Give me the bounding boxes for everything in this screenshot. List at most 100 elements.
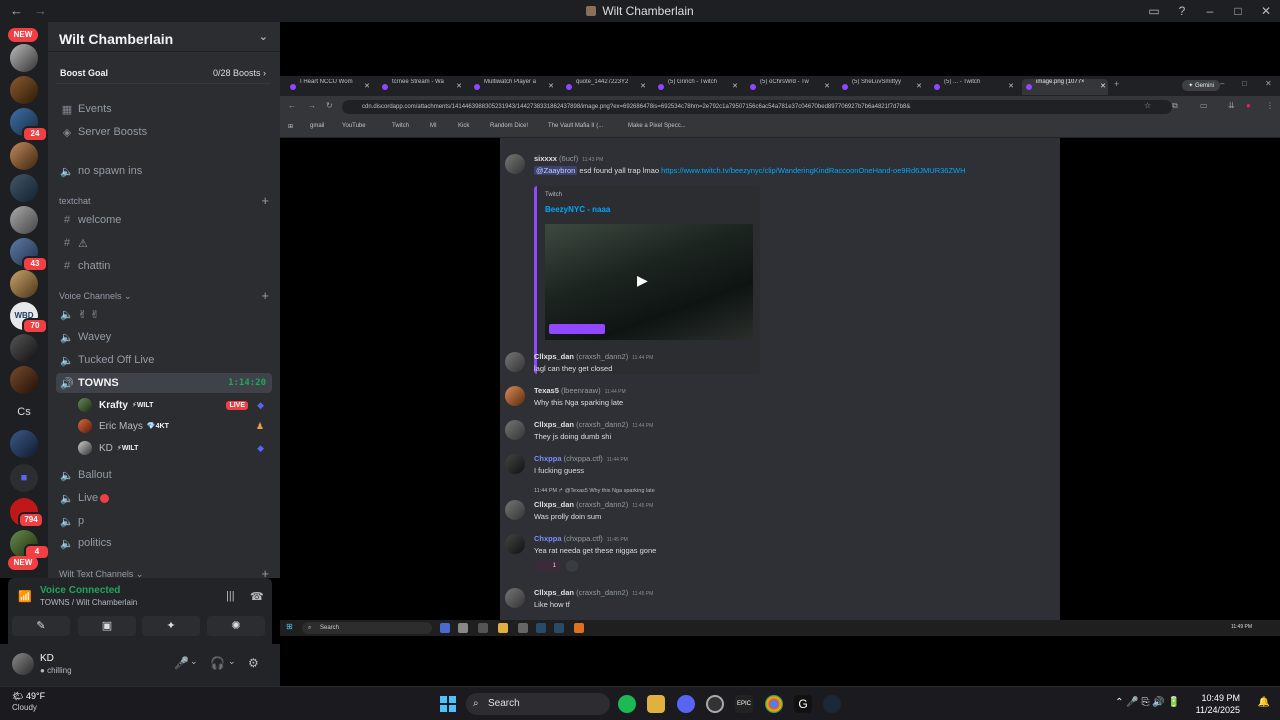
help-icon[interactable]: ? <box>1168 4 1196 18</box>
notification-bell-icon[interactable]: 🔔 <box>1258 697 1270 708</box>
inbox-icon[interactable]: ▭ <box>1140 4 1168 18</box>
windows-start-icon[interactable] <box>440 696 456 712</box>
spotify-icon[interactable] <box>618 695 636 713</box>
browser-tab[interactable]: tcrnee Stream - Wa ✕ <box>378 79 464 95</box>
reload-icon[interactable]: ↻ <box>326 101 333 110</box>
voice-channel-peace[interactable]: 🔈 ✌ ✌ <box>56 304 272 324</box>
server-icon[interactable] <box>10 142 38 170</box>
bookmark[interactable]: MI <box>430 123 437 129</box>
bookmark[interactable]: Make a Pixel Specc... <box>628 123 686 129</box>
category-voice-channels[interactable]: Voice Channels ⌄ + <box>59 288 269 303</box>
browser-tab[interactable]: (5) ... - Twitch ✕ <box>930 79 1016 95</box>
steam-icon[interactable] <box>823 695 841 713</box>
server-icon[interactable] <box>10 174 38 202</box>
browser-tab[interactable]: (5) Grinch - Twitch ✕ <box>654 79 740 95</box>
extensions-icon[interactable]: ⧉ <box>1172 101 1178 111</box>
browser-tab[interactable]: Multiwatch Player a ✕ <box>470 79 556 95</box>
add-channel-icon[interactable]: + <box>261 288 269 303</box>
forward-arrow-icon[interactable]: → <box>308 101 316 110</box>
minimize-button[interactable]: – <box>1196 4 1224 18</box>
server-icon[interactable] <box>10 76 38 104</box>
add-channel-icon[interactable]: + <box>261 193 269 208</box>
voice-channel-live[interactable]: 🔈 Live <box>56 488 272 508</box>
voice-channel-p[interactable]: 🔈 p <box>56 511 272 531</box>
server-icon[interactable] <box>10 334 38 362</box>
browser-tab-active[interactable]: image.png (1077× ✕ <box>1022 79 1108 95</box>
maximize-button[interactable]: □ <box>1224 4 1252 18</box>
system-tray[interactable]: ⌃ 🎤 ⎘ 🔊 🔋 <box>1115 697 1180 708</box>
profile-icon[interactable]: ● <box>1246 101 1251 110</box>
taskbar-search[interactable]: ⌕ Search <box>466 693 610 715</box>
chevron-down-icon[interactable]: ⌄ <box>190 656 198 667</box>
new-tab-icon[interactable]: + <box>1114 79 1119 89</box>
app-icon[interactable] <box>440 623 450 633</box>
app-icon[interactable] <box>574 623 584 633</box>
voice-status[interactable]: Voice Connected <box>40 585 120 596</box>
browser-tab[interactable]: (5) oChrsWrd - Tw ✕ <box>746 79 832 95</box>
folder-icon[interactable] <box>498 623 508 633</box>
discord-icon[interactable] <box>677 695 695 713</box>
disconnect-icon[interactable]: ☎ <box>250 590 264 603</box>
microphone-icon[interactable]: 🎤 <box>174 656 189 670</box>
file-explorer-icon[interactable] <box>647 695 665 713</box>
url-input[interactable]: cdn.discordapp.com/attachments/141446398… <box>342 100 1172 114</box>
voice-channel-politics[interactable]: 🔈 politics <box>56 533 272 553</box>
noise-suppression-icon[interactable]: ||| <box>226 590 235 602</box>
video-thumbnail[interactable]: ▶ <box>545 224 753 340</box>
server-icon[interactable]: Cs <box>10 398 38 426</box>
gemini-button[interactable]: ✦ Gemini <box>1182 80 1220 91</box>
weather-widget[interactable]: 🌤 49°F Cloudy <box>12 691 45 712</box>
bookmark[interactable]: Kick <box>458 123 469 129</box>
voice-channel-tucked[interactable]: 🔈 Tucked Off Live <box>56 350 272 370</box>
bookmark[interactable]: Twitch <box>392 123 409 129</box>
app-icon[interactable] <box>706 695 724 713</box>
bookmark[interactable]: gmail <box>310 123 324 129</box>
inner-search[interactable]: ⌕ Search <box>302 622 432 634</box>
avatar[interactable] <box>12 653 34 675</box>
taskbar-clock[interactable]: 10:49 PM 11/24/2025 <box>1196 692 1240 716</box>
menu-icon[interactable]: ⋮ <box>1266 101 1274 110</box>
app-icon[interactable] <box>518 623 528 633</box>
star-icon[interactable]: ☆ <box>1144 101 1151 110</box>
server-icon[interactable] <box>10 44 38 72</box>
voice-channel-towns[interactable]: 🔊 TOWNS 1:14:20 <box>56 373 272 393</box>
chevron-down-icon[interactable]: ⌄ <box>228 656 236 667</box>
server-icon[interactable] <box>10 206 38 234</box>
voice-channel-no-spawn[interactable]: 🔈 no spawn ins <box>56 161 272 181</box>
bookmark[interactable]: The Vault Mafia II (... <box>548 123 603 129</box>
close-button[interactable]: ✕ <box>1265 79 1272 88</box>
text-channel-welcome[interactable]: # welcome <box>56 210 272 230</box>
steam-icon[interactable] <box>554 623 564 633</box>
category-textchat[interactable]: textchat + <box>59 193 269 208</box>
screen-share-button[interactable]: ▣ <box>78 616 136 636</box>
voice-user-krafty[interactable]: Krafty ⚡WILT LIVE ◆ <box>78 395 268 415</box>
server-icon[interactable] <box>10 270 38 298</box>
chrome-icon[interactable] <box>765 695 783 713</box>
text-channel-chattin[interactable]: # chattin <box>56 256 272 276</box>
headphones-icon[interactable]: 🎧 <box>210 656 225 670</box>
folder-icon[interactable]: ■ <box>10 464 38 492</box>
app-icon[interactable]: G <box>794 695 812 713</box>
apps-icon[interactable]: ⊞ <box>288 123 293 130</box>
steam-icon[interactable] <box>536 623 546 633</box>
activities-button[interactable]: ✦ <box>142 616 200 636</box>
voice-user-kd[interactable]: KD ⚡WILT ◆ <box>78 438 268 458</box>
camera-button[interactable]: ✎ <box>12 616 70 636</box>
boost-goal[interactable]: Boost Goal 0/28 Boosts › <box>56 62 270 84</box>
guild-header[interactable]: Wilt Chamberlain ⌄ <box>48 22 280 52</box>
voice-channel-ballout[interactable]: 🔈 Ballout <box>56 465 272 485</box>
soundboard-button[interactable]: ✺ <box>207 616 265 636</box>
server-icon[interactable] <box>10 366 38 394</box>
server-icon[interactable] <box>10 430 38 458</box>
app-icon[interactable] <box>478 623 488 633</box>
browser-tab[interactable]: (5) SheLuvSmittyy ✕ <box>838 79 924 95</box>
reaction[interactable]: 1 <box>534 560 562 572</box>
voice-channel-path[interactable]: TOWNS / Wilt Chamberlain <box>40 598 137 607</box>
browser-tab[interactable]: I Heart NCCU Wom ✕ <box>286 79 372 95</box>
windows-icon[interactable]: ⊞ <box>286 622 293 631</box>
text-channel-warning[interactable]: # ⚠ <box>56 233 272 253</box>
minimize-button[interactable]: – <box>1220 79 1224 88</box>
epic-games-icon[interactable]: EPIC <box>735 695 753 713</box>
app-icon[interactable] <box>458 623 468 633</box>
bookmark[interactable]: Random Dice! <box>490 123 528 129</box>
